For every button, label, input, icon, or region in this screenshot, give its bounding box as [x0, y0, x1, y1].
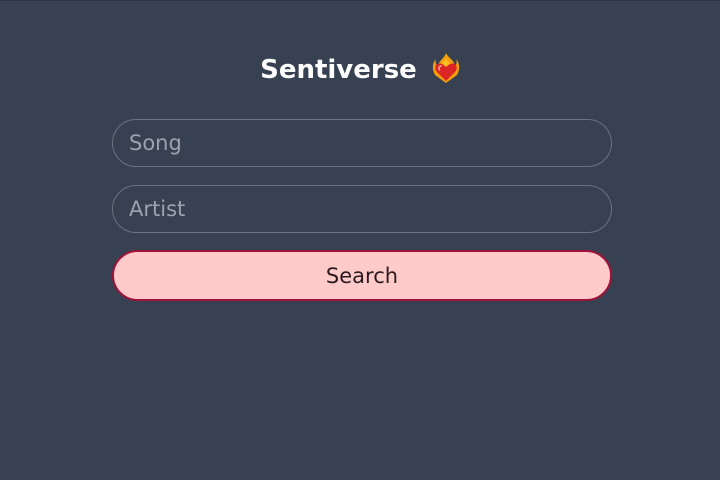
app-title: Sentiverse — [0, 52, 720, 88]
song-input[interactable] — [112, 119, 612, 167]
artist-input[interactable] — [112, 185, 612, 233]
window-top-border — [0, 0, 720, 1]
heart-on-fire-icon — [432, 52, 460, 84]
search-button[interactable]: Search — [112, 250, 612, 301]
app-title-text: Sentiverse — [260, 55, 417, 85]
